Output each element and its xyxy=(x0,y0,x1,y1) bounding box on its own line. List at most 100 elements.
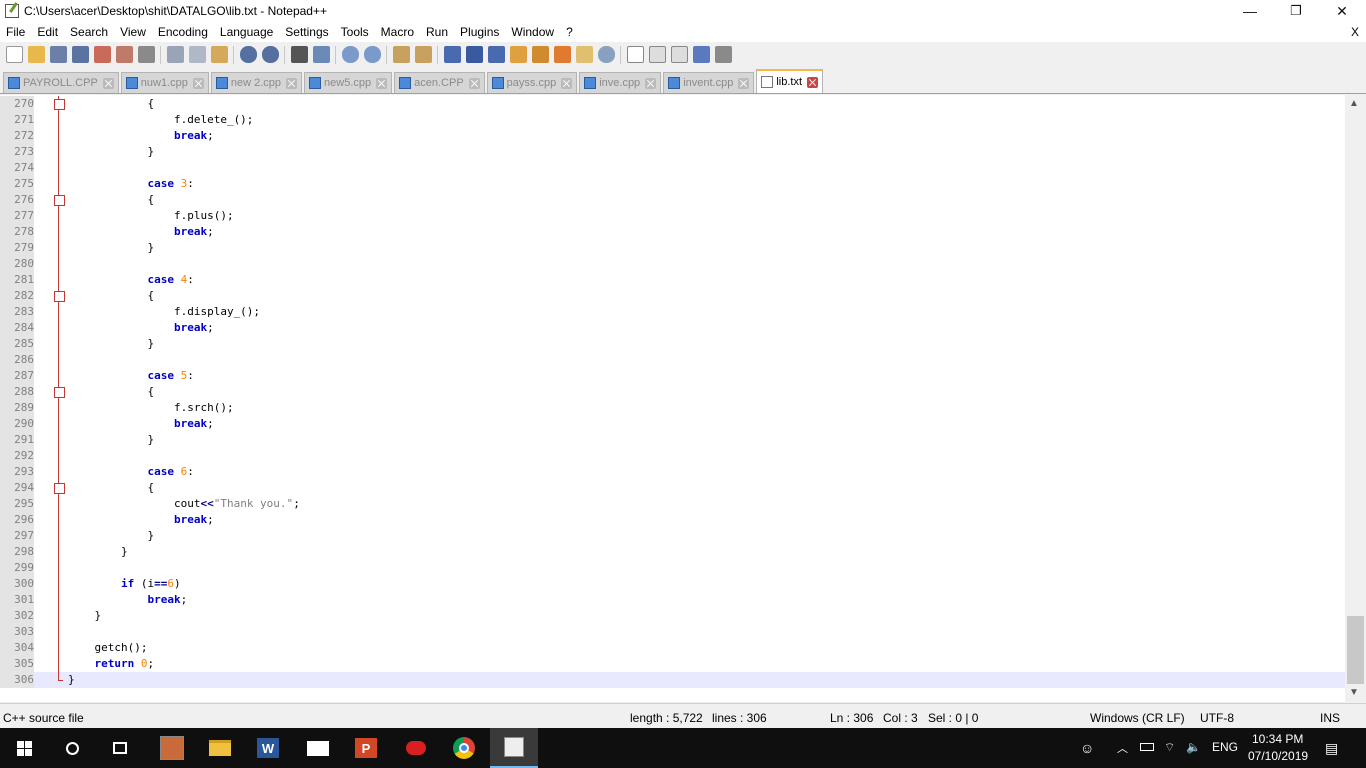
word-icon[interactable]: W xyxy=(244,728,292,768)
code-line[interactable]: 302 } xyxy=(0,608,1345,624)
fold-toggle-icon[interactable] xyxy=(52,384,66,400)
find-icon[interactable] xyxy=(290,46,308,63)
fold-toggle-icon[interactable] xyxy=(52,96,66,112)
chevron-up-icon[interactable]: ︿ xyxy=(1117,740,1128,756)
code-line[interactable]: 281 case 4: xyxy=(0,272,1345,288)
windows-start-icon[interactable] xyxy=(0,728,48,768)
search-icon[interactable] xyxy=(48,728,96,768)
zoom-in-icon[interactable] xyxy=(341,46,359,63)
monitoring-icon[interactable] xyxy=(597,46,615,63)
code-line[interactable]: 292 xyxy=(0,448,1345,464)
code-editor[interactable]: 270 {271 f.delete_(); 272 break; 273 } 274 2… xyxy=(0,95,1345,702)
stop-macro-icon[interactable] xyxy=(648,46,666,63)
record-macro-icon[interactable] xyxy=(626,46,644,63)
close-tab-icon[interactable] xyxy=(807,76,819,88)
show-all-chars-icon[interactable] xyxy=(465,46,483,63)
fold-toggle-icon[interactable] xyxy=(52,480,66,496)
code-line[interactable]: 286 xyxy=(0,352,1345,368)
menu-tools[interactable]: Tools xyxy=(335,22,375,42)
menu-view[interactable]: View xyxy=(114,22,152,42)
menu-plugins[interactable]: Plugins xyxy=(454,22,505,42)
play-macro-icon[interactable] xyxy=(670,46,688,63)
close-tab-icon[interactable] xyxy=(102,77,114,89)
menu-file[interactable]: File xyxy=(0,22,31,42)
menu-search[interactable]: Search xyxy=(64,22,114,42)
zoom-out-icon[interactable] xyxy=(363,46,381,63)
close-tab-icon[interactable] xyxy=(738,77,750,89)
code-line[interactable]: 278 break; xyxy=(0,224,1345,240)
save-icon[interactable] xyxy=(49,46,67,63)
code-line[interactable]: 276 { xyxy=(0,192,1345,208)
tab-inve-cpp[interactable]: inve.cpp xyxy=(579,72,662,93)
paste-icon[interactable] xyxy=(210,46,228,63)
code-line[interactable]: 301 break; xyxy=(0,592,1345,608)
code-line[interactable]: 297 } xyxy=(0,528,1345,544)
save-all-icon[interactable] xyxy=(71,46,89,63)
menu-run[interactable]: Run xyxy=(420,22,454,42)
menu-encoding[interactable]: Encoding xyxy=(152,22,214,42)
tab-payroll-cpp[interactable]: PAYROLL.CPP xyxy=(3,72,119,93)
close-tab-icon[interactable] xyxy=(561,77,573,89)
tab-payss-cpp[interactable]: payss.cpp xyxy=(486,72,578,93)
code-line[interactable]: 295 cout<<"Thank you."; xyxy=(0,496,1345,512)
menu-window[interactable]: Window xyxy=(505,22,560,42)
fold-toggle-icon[interactable] xyxy=(52,288,66,304)
maximize-button[interactable]: ❐ xyxy=(1273,0,1319,22)
new-file-icon[interactable] xyxy=(5,46,23,63)
sync-horizontal-icon[interactable] xyxy=(414,46,432,63)
fold-toggle-icon[interactable] xyxy=(52,192,66,208)
close-all-icon[interactable] xyxy=(115,46,133,63)
replace-icon[interactable] xyxy=(312,46,330,63)
tab-new2-cpp[interactable]: new 2.cpp xyxy=(210,72,303,93)
tab-new5-cpp[interactable]: new5.cpp xyxy=(304,72,393,93)
scrollbar-thumb[interactable] xyxy=(1347,616,1364,684)
vertical-scrollbar[interactable] xyxy=(1345,95,1366,702)
print-icon[interactable] xyxy=(137,46,155,63)
minimize-button[interactable]: — xyxy=(1227,0,1273,22)
chrome-icon[interactable] xyxy=(440,728,488,768)
code-line[interactable]: 303 xyxy=(0,624,1345,640)
code-line[interactable]: 293 case 6: xyxy=(0,464,1345,480)
code-line[interactable]: 272 break; xyxy=(0,128,1345,144)
code-line[interactable]: 275 case 3: xyxy=(0,176,1345,192)
status-eol[interactable]: Windows (CR LF) xyxy=(1090,711,1185,725)
file-explorer-icon[interactable] xyxy=(196,728,244,768)
mail-icon[interactable] xyxy=(294,728,342,768)
close-tab-icon[interactable] xyxy=(286,77,298,89)
code-line[interactable]: 279 } xyxy=(0,240,1345,256)
tab-invent-cpp[interactable]: invent.cpp xyxy=(663,72,755,93)
function-list-icon[interactable] xyxy=(553,46,571,63)
code-line[interactable]: 280 xyxy=(0,256,1345,272)
close-document-button[interactable]: X xyxy=(1351,22,1359,42)
people-icon[interactable]: ☺ xyxy=(1080,740,1094,756)
code-line[interactable]: 282 { xyxy=(0,288,1345,304)
notepadpp-taskbar-icon[interactable] xyxy=(490,728,538,768)
code-line[interactable]: 270 { xyxy=(0,96,1345,112)
code-line[interactable]: 291 } xyxy=(0,432,1345,448)
redo-icon[interactable] xyxy=(261,46,279,63)
close-tab-icon[interactable] xyxy=(468,77,480,89)
garena-icon[interactable] xyxy=(392,728,440,768)
indent-guide-icon[interactable] xyxy=(487,46,505,63)
sync-vertical-icon[interactable] xyxy=(392,46,410,63)
close-file-icon[interactable] xyxy=(93,46,111,63)
close-tab-icon[interactable] xyxy=(645,77,657,89)
scroll-up-icon[interactable]: ▲ xyxy=(1349,98,1359,109)
menu-language[interactable]: Language xyxy=(214,22,279,42)
task-view-icon[interactable] xyxy=(96,728,144,768)
code-line[interactable]: 273 } xyxy=(0,144,1345,160)
save-macro-icon[interactable] xyxy=(714,46,732,63)
code-line[interactable]: 283 f.display_(); xyxy=(0,304,1345,320)
code-line[interactable]: 296 break; xyxy=(0,512,1345,528)
run-macro-multiple-icon[interactable] xyxy=(692,46,710,63)
menu-help[interactable]: ? xyxy=(560,22,579,42)
define-language-icon[interactable] xyxy=(509,46,527,63)
volume-icon[interactable]: 🔈 xyxy=(1186,740,1201,754)
code-line[interactable]: 306} xyxy=(0,672,1345,688)
cut-icon[interactable] xyxy=(166,46,184,63)
status-encoding[interactable]: UTF-8 xyxy=(1200,711,1234,725)
clock-time[interactable]: 10:34 PM xyxy=(1252,732,1303,746)
powerpoint-icon[interactable]: P xyxy=(342,728,390,768)
code-line[interactable]: 304 getch(); xyxy=(0,640,1345,656)
wifi-icon[interactable]: ⌔ xyxy=(1164,740,1175,755)
